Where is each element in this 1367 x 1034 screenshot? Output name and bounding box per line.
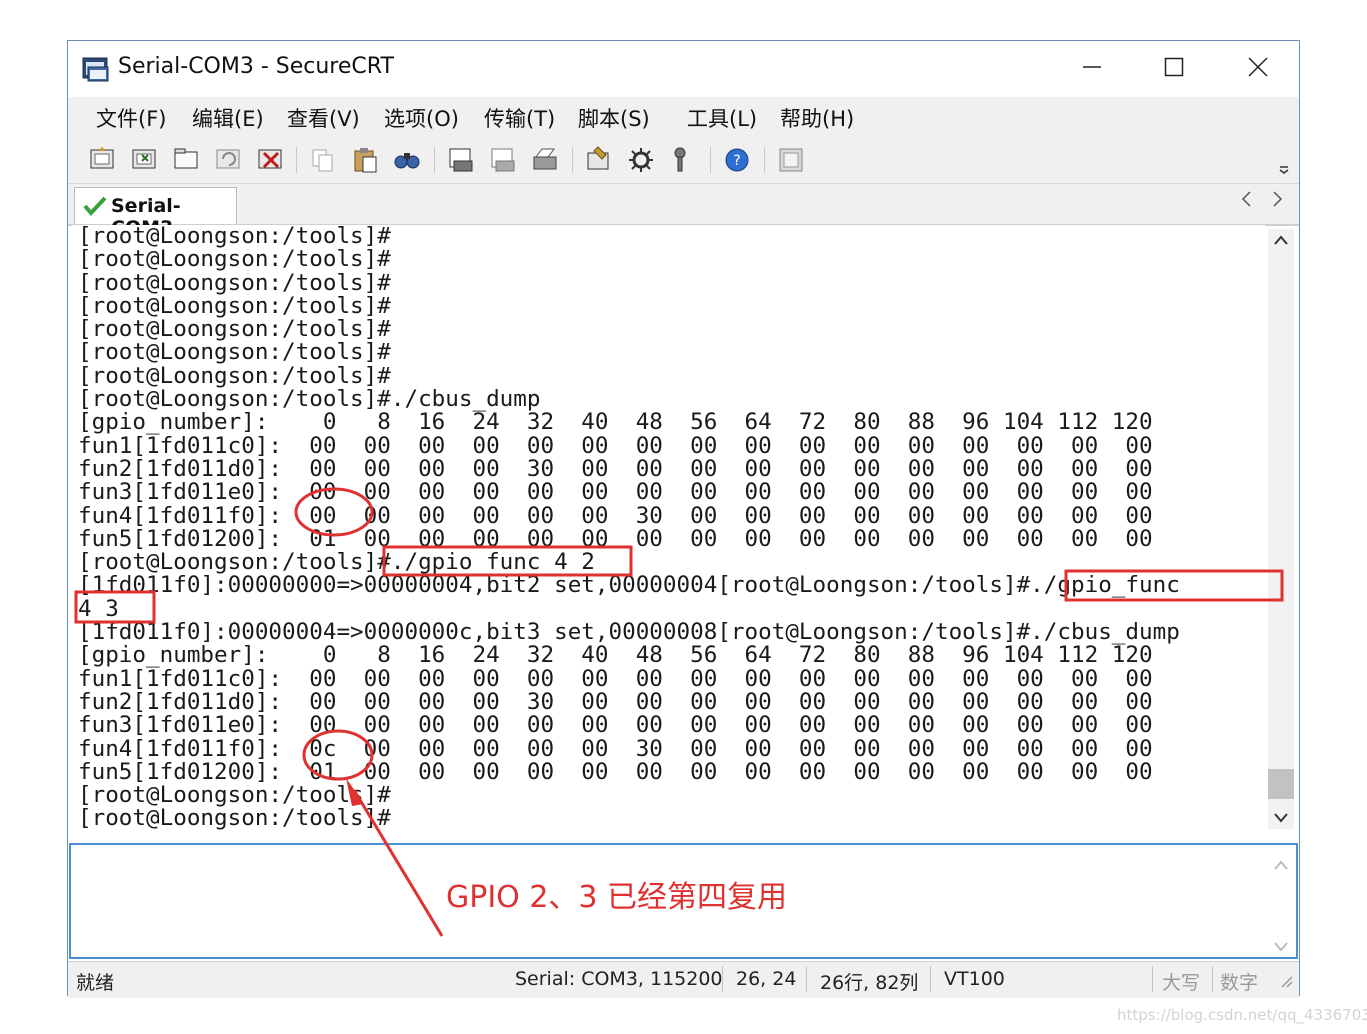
terminal-line: [root@Loongson:/tools]# <box>78 362 391 389</box>
terminal-line: [gpio_number]: 0 8 16 24 32 40 48 56 64 … <box>78 409 1153 436</box>
menu-edit[interactable]: 编辑(E) <box>192 103 264 133</box>
title-bar[interactable]: Serial-COM3 - SecureCRT <box>68 41 1299 97</box>
copy-icon[interactable] <box>308 145 338 175</box>
menu-transfer[interactable]: 传输(T) <box>484 103 555 133</box>
terminal-line: fun4[1fd011f0]: 0c 00 00 00 00 00 30 00 … <box>78 735 1153 762</box>
connect-in-tab-icon[interactable] <box>172 145 202 175</box>
terminal-line: fun3[1fd011e0]: 00 00 00 00 00 00 00 00 … <box>78 479 1153 506</box>
status-cursor-position: 26, 24 <box>736 968 797 990</box>
quick-connect-icon[interactable] <box>130 145 160 175</box>
menu-view[interactable]: 查看(V) <box>287 103 360 133</box>
check-icon <box>83 196 107 220</box>
svg-text:?: ? <box>733 153 740 169</box>
maximize-button[interactable] <box>1146 49 1202 89</box>
status-emulation: VT100 <box>944 968 1005 990</box>
securecrt-app-icon <box>82 55 110 83</box>
terminal-line: fun2[1fd011d0]: 00 00 00 00 30 00 00 00 … <box>78 455 1153 482</box>
status-ready: 就绪 <box>76 972 115 994</box>
terminal-line: [1fd011f0]:00000004=>0000000c,bit3 set,0… <box>78 619 1180 646</box>
tab-scroll-right-icon[interactable] <box>1272 190 1284 213</box>
status-separator <box>930 966 931 992</box>
command-window-scrollbar[interactable] <box>1270 849 1292 953</box>
menu-script[interactable]: 脚本(S) <box>578 103 650 133</box>
terminal-line: fun5[1fd01200]: 01 00 00 00 00 00 00 00 … <box>78 758 1153 785</box>
toolbar-separator <box>710 147 711 173</box>
terminal-line: [root@Loongson:/tools]# <box>78 225 391 249</box>
terminal-line: [root@Loongson:/tools]#./cbus_dump <box>78 386 541 413</box>
terminal-line: [root@Loongson:/tools]# <box>78 805 391 831</box>
menu-file[interactable]: 文件(F) <box>96 103 166 133</box>
status-separator <box>1212 966 1213 992</box>
menu-tools[interactable]: 工具(L) <box>687 103 757 133</box>
terminal-line: fun1[1fd011c0]: 00 00 00 00 00 00 00 00 … <box>78 665 1153 692</box>
terminal-line: [gpio_number]: 0 8 16 24 32 40 48 56 64 … <box>78 642 1153 669</box>
terminal-line: fun3[1fd011e0]: 00 00 00 00 00 00 00 00 … <box>78 712 1153 739</box>
close-button[interactable] <box>1230 49 1286 89</box>
print-setup-icon[interactable] <box>446 145 476 175</box>
terminal-line: fun2[1fd011d0]: 00 00 00 00 30 00 00 00 … <box>78 688 1153 715</box>
toolbar-overflow-icon[interactable] <box>1276 145 1296 175</box>
terminal-line: [root@Loongson:/tools]# <box>78 782 391 809</box>
help-icon[interactable]: ? <box>722 145 752 175</box>
paste-icon[interactable] <box>350 145 380 175</box>
menu-options[interactable]: 选项(O) <box>384 103 459 133</box>
status-terminal-size: 26行, 82列 <box>820 972 919 994</box>
status-separator <box>722 966 723 992</box>
close-icon <box>1247 56 1269 82</box>
terminal-line: fun4[1fd011f0]: 00 00 00 00 00 00 30 00 … <box>78 502 1153 529</box>
minimize-icon <box>1082 57 1102 81</box>
disconnect-icon[interactable] <box>256 145 286 175</box>
toolbar-separator <box>764 147 765 173</box>
status-separator <box>806 966 807 992</box>
chat-scroll-up-icon[interactable] <box>1274 855 1288 874</box>
session-options-icon[interactable] <box>584 145 614 175</box>
watermark: https://blog.csdn.net/qq_43367031 <box>1117 1006 1367 1024</box>
resize-grip-icon[interactable] <box>1278 972 1294 994</box>
print-selection-icon[interactable] <box>488 145 518 175</box>
keymap-icon[interactable] <box>668 145 698 175</box>
window-title: Serial-COM3 - SecureCRT <box>118 54 394 79</box>
sftp-icon[interactable] <box>776 145 806 175</box>
terminal-line: fun5[1fd01200]: 01 00 00 00 00 00 00 00 … <box>78 525 1153 552</box>
toolbar-separator <box>572 147 573 173</box>
status-caps-lock: 大写 <box>1162 972 1201 994</box>
terminal-line: [1fd011f0]:00000000=>00000004,bit2 set,0… <box>78 572 1180 599</box>
terminal-lines: [root@Loongson:/tools]# [root@Loongson:/t… <box>78 225 1180 831</box>
terminal-line: [root@Loongson:/tools]# <box>78 269 391 296</box>
terminal-line: [root@Loongson:/tools]#./gpio_func 4 2 <box>78 549 595 576</box>
menu-help[interactable]: 帮助(H) <box>780 103 854 133</box>
tab-serial-com3[interactable]: Serial-COM3 <box>74 187 237 239</box>
reconnect-icon[interactable] <box>214 145 244 175</box>
print-icon[interactable] <box>530 145 560 175</box>
status-separator <box>1152 966 1153 992</box>
toolbar-separator <box>434 147 435 173</box>
status-connection: Serial: COM3, 115200 <box>515 968 723 990</box>
annotation-caption: GPIO 2、3 已经第四复用 <box>446 880 788 915</box>
terminal-line: [root@Loongson:/tools]# <box>78 246 391 273</box>
connect-icon[interactable] <box>88 145 118 175</box>
scroll-thumb[interactable] <box>1268 769 1294 799</box>
terminal-line: fun1[1fd011c0]: 00 00 00 00 00 00 00 00 … <box>78 432 1153 459</box>
securecrt-window: Serial-COM3 - SecureCRT 文件(F) 编辑(E) 查看(V… <box>67 40 1300 998</box>
scroll-down-icon[interactable] <box>1268 807 1294 829</box>
toolbar-separator <box>296 147 297 173</box>
terminal-line: [root@Loongson:/tools]# <box>78 292 391 319</box>
session-tab-bar: Serial-COM3 <box>68 184 1299 239</box>
terminal-line: [root@Loongson:/tools]# <box>78 339 391 366</box>
chat-scroll-down-icon[interactable] <box>1274 937 1288 956</box>
status-num-lock: 数字 <box>1220 972 1259 994</box>
terminal-scrollbar[interactable] <box>1268 229 1294 829</box>
terminal-line: 4 3 <box>78 595 119 622</box>
minimize-button[interactable] <box>1064 49 1120 89</box>
scroll-up-icon[interactable] <box>1268 229 1294 251</box>
toolbar: ? <box>68 137 1299 184</box>
find-icon[interactable] <box>392 145 422 175</box>
terminal-line: [root@Loongson:/tools]# <box>78 316 391 343</box>
tab-scroll-left-icon[interactable] <box>1240 190 1252 213</box>
global-options-icon[interactable] <box>626 145 656 175</box>
terminal-output[interactable]: [root@Loongson:/tools]# [root@Loongson:/t… <box>72 225 1265 831</box>
maximize-icon <box>1164 57 1184 81</box>
status-bar: 就绪 Serial: COM3, 115200 26, 24 26行, 82列 … <box>68 961 1299 998</box>
menu-bar: 文件(F) 编辑(E) 查看(V) 选项(O) 传输(T) 脚本(S) 工具(L… <box>68 97 1299 137</box>
